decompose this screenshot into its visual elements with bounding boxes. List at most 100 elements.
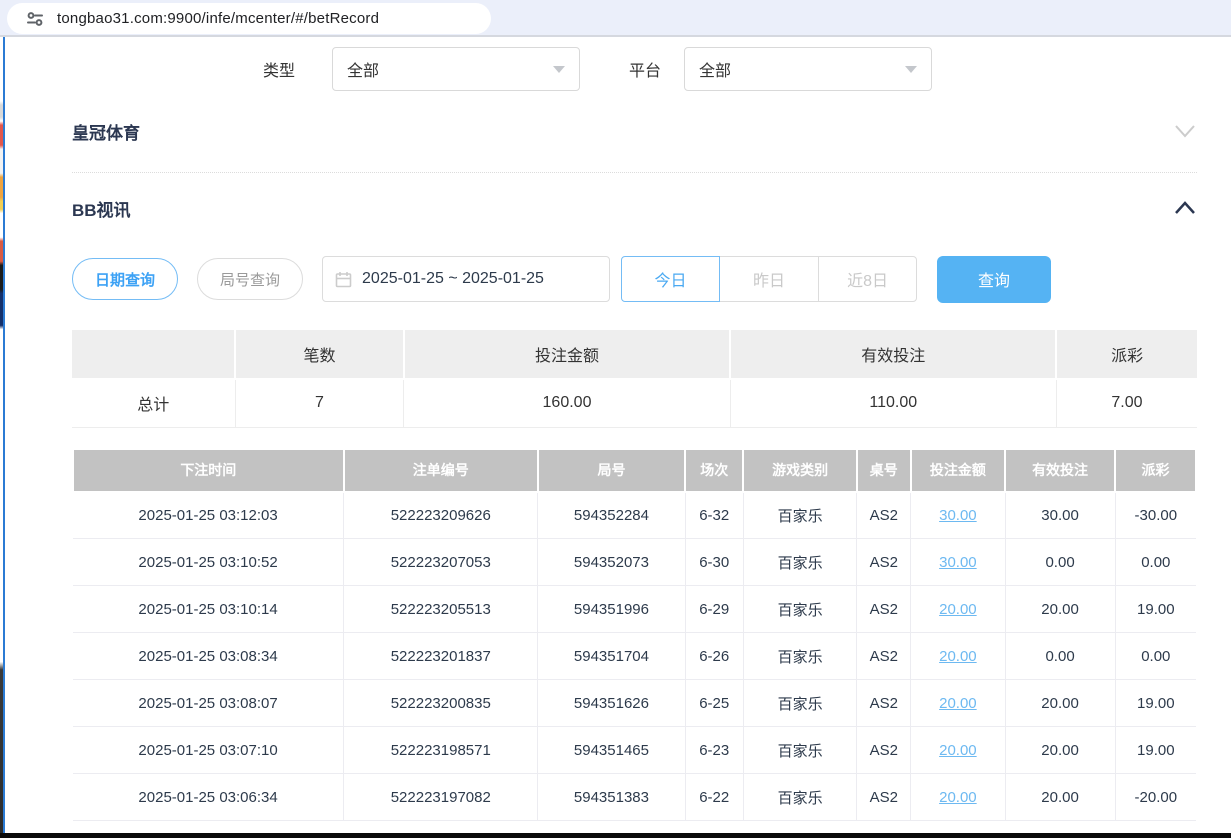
cell-session: 6-25 <box>685 680 743 727</box>
last-8-days-button[interactable]: 近8日 <box>818 256 917 302</box>
cell-payout: 19.00 <box>1115 727 1196 774</box>
bet-amount-link[interactable]: 30.00 <box>939 554 977 571</box>
section-title-bb-video: BB视讯 <box>72 196 131 221</box>
cell-order-number: 522223197082 <box>344 774 538 821</box>
table-row: 2025-01-25 03:08:07522223200835594351626… <box>73 680 1196 727</box>
bottom-edge-bar <box>0 833 1231 838</box>
records-header-row: 下注时间注单编号局号场次游戏类别桌号投注金额有效投注派彩 <box>73 450 1196 492</box>
cell-session: 6-32 <box>685 492 743 539</box>
bet-records-table: 下注时间注单编号局号场次游戏类别桌号投注金额有效投注派彩 2025-01-25 … <box>72 450 1197 822</box>
cell-bet-time: 2025-01-25 03:08:07 <box>73 680 344 727</box>
cell-valid-bet: 20.00 <box>1005 680 1115 727</box>
date-range-input[interactable]: 2025-01-25 ~ 2025-01-25 <box>322 256 610 302</box>
date-range-value: 2025-01-25 ~ 2025-01-25 <box>362 270 544 288</box>
cell-order-number: 522223205513 <box>344 586 538 633</box>
bet-amount-link[interactable]: 20.00 <box>939 695 977 712</box>
section-divider <box>72 172 1197 173</box>
url-text[interactable]: tongbao31.com:9900/infe/mcenter/#/betRec… <box>57 10 379 27</box>
cell-bet-time: 2025-01-25 03:06:34 <box>73 774 344 821</box>
bet-amount-link[interactable]: 20.00 <box>939 601 977 618</box>
cell-game-type: 百家乐 <box>743 727 856 774</box>
search-button[interactable]: 查询 <box>937 256 1051 303</box>
cell-game-type: 百家乐 <box>743 680 856 727</box>
cell-bet-time: 2025-01-25 03:07:10 <box>73 727 344 774</box>
cell-game-type: 百家乐 <box>743 633 856 680</box>
bet-amount-link[interactable]: 20.00 <box>939 648 977 665</box>
cell-payout: 19.00 <box>1115 680 1196 727</box>
cell-table-number: AS2 <box>857 633 911 680</box>
date-query-button[interactable]: 日期查询 <box>72 258 178 300</box>
cell-round-number: 594352073 <box>538 539 685 586</box>
cell-order-number: 522223198571 <box>344 727 538 774</box>
cell-bet-amount: 20.00 <box>911 727 1005 774</box>
chevron-down-icon[interactable] <box>1173 123 1197 139</box>
section-title-crown-sports: 皇冠体育 <box>72 119 140 144</box>
cell-payout: 0.00 <box>1115 633 1196 680</box>
cell-round-number: 594351383 <box>538 774 685 821</box>
table-row: 2025-01-25 03:10:52522223207053594352073… <box>73 539 1196 586</box>
cell-session: 6-26 <box>685 633 743 680</box>
summary-col-header <box>72 330 235 379</box>
records-col-header: 派彩 <box>1115 450 1196 492</box>
yesterday-button[interactable]: 昨日 <box>720 256 819 302</box>
cell-round-number: 594352284 <box>538 492 685 539</box>
summary-total-value: 7 <box>235 379 404 427</box>
cell-valid-bet: 20.00 <box>1005 586 1115 633</box>
cell-table-number: AS2 <box>857 774 911 821</box>
bet-amount-link[interactable]: 20.00 <box>939 742 977 759</box>
summary-col-header: 有效投注 <box>730 330 1056 379</box>
cell-bet-amount: 30.00 <box>911 539 1005 586</box>
calendar-icon <box>335 271 352 288</box>
section-crown-sports[interactable]: 皇冠体育 <box>72 117 1197 145</box>
summary-total-value: 7.00 <box>1056 379 1197 427</box>
cell-bet-amount: 20.00 <box>911 586 1005 633</box>
cell-game-type: 百家乐 <box>743 539 856 586</box>
chevron-up-icon[interactable] <box>1173 200 1197 216</box>
browser-address-bar: tongbao31.com:9900/infe/mcenter/#/betRec… <box>0 0 1231 37</box>
records-col-header: 局号 <box>538 450 685 492</box>
summary-col-header: 投注金额 <box>404 330 730 379</box>
cell-bet-amount: 20.00 <box>911 680 1005 727</box>
summary-total-value: 160.00 <box>404 379 730 427</box>
cell-payout: -20.00 <box>1115 774 1196 821</box>
cell-order-number: 522223200835 <box>344 680 538 727</box>
left-edge-strip <box>0 37 5 838</box>
cell-session: 6-22 <box>685 774 743 821</box>
cell-table-number: AS2 <box>857 727 911 774</box>
bet-amount-link[interactable]: 30.00 <box>939 507 977 524</box>
cell-order-number: 522223209626 <box>344 492 538 539</box>
cell-game-type: 百家乐 <box>743 492 856 539</box>
cell-bet-amount: 30.00 <box>911 492 1005 539</box>
round-query-button[interactable]: 局号查询 <box>197 258 303 300</box>
bet-amount-link[interactable]: 20.00 <box>939 789 977 806</box>
site-settings-icon[interactable] <box>25 9 45 29</box>
today-button[interactable]: 今日 <box>621 256 720 302</box>
table-row: 2025-01-25 03:08:34522223201837594351704… <box>73 633 1196 680</box>
type-select[interactable]: 全部 <box>332 47 580 91</box>
summary-total-value: 110.00 <box>730 379 1056 427</box>
address-omnibox[interactable]: tongbao31.com:9900/infe/mcenter/#/betRec… <box>7 3 491 34</box>
cell-game-type: 百家乐 <box>743 774 856 821</box>
cell-round-number: 594351704 <box>538 633 685 680</box>
platform-select-value: 全部 <box>699 57 731 81</box>
table-row: 2025-01-25 03:07:10522223198571594351465… <box>73 727 1196 774</box>
cell-payout: -30.00 <box>1115 492 1196 539</box>
records-col-header: 注单编号 <box>344 450 538 492</box>
platform-label: 平台 <box>629 57 661 81</box>
section-bb-video[interactable]: BB视讯 <box>72 194 1197 222</box>
platform-select[interactable]: 全部 <box>684 47 932 91</box>
filter-row: 类型 全部 平台 全部 <box>263 47 1197 91</box>
cell-valid-bet: 0.00 <box>1005 633 1115 680</box>
type-label: 类型 <box>263 57 295 81</box>
cell-round-number: 594351626 <box>538 680 685 727</box>
cell-payout: 0.00 <box>1115 539 1196 586</box>
caret-down-icon <box>905 66 917 73</box>
cell-session: 6-23 <box>685 727 743 774</box>
platform-filter-group: 平台 全部 <box>629 47 932 91</box>
records-col-header: 场次 <box>685 450 743 492</box>
table-row: 2025-01-25 03:10:14522223205513594351996… <box>73 586 1196 633</box>
summary-total-row: 总计7160.00110.007.00 <box>72 379 1197 427</box>
summary-table: 笔数投注金额有效投注派彩 总计7160.00110.007.00 <box>72 330 1197 428</box>
summary-col-header: 笔数 <box>235 330 404 379</box>
cell-round-number: 594351996 <box>538 586 685 633</box>
